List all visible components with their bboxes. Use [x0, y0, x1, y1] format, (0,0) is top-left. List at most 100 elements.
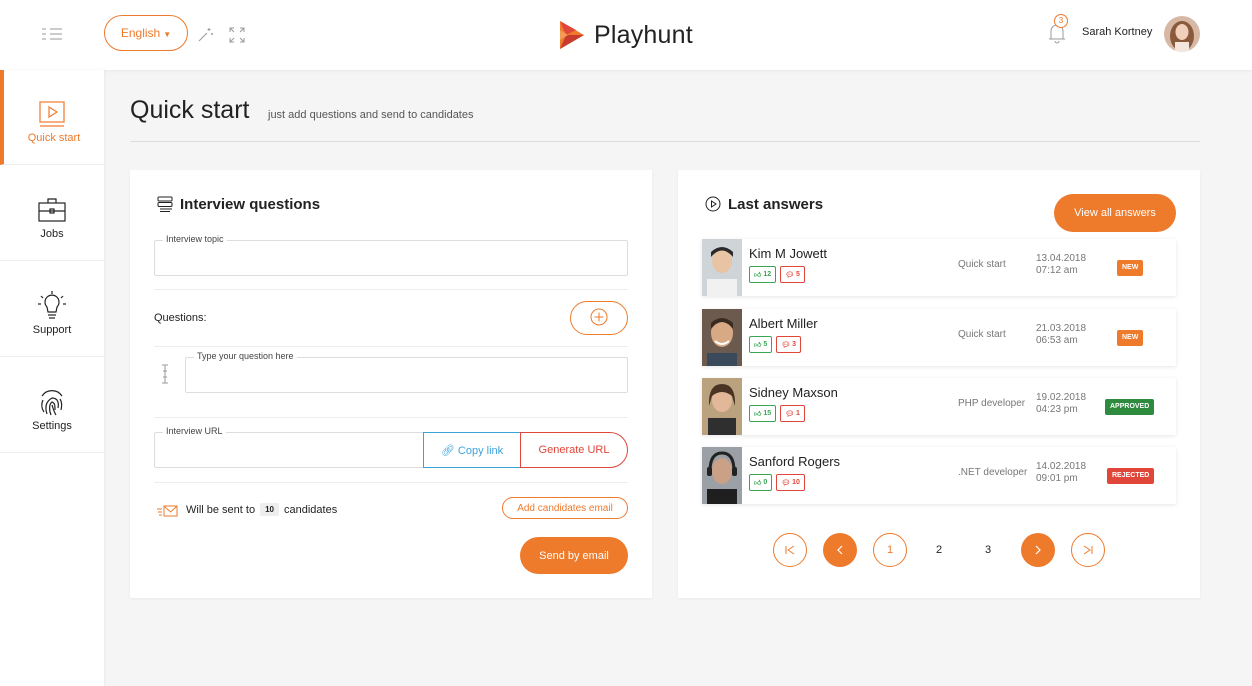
send-mail-icon — [157, 505, 178, 517]
candidate-name: Kim M Jowett — [749, 246, 828, 261]
language-label: English — [120, 26, 161, 40]
answer-date: 19.02.2018 — [1036, 392, 1087, 403]
comment-icon: 💬︎ — [781, 341, 791, 349]
thumbs-up-icon: 👍︎ — [754, 342, 762, 349]
status-badge: APPROVED — [1105, 399, 1155, 415]
send-summary: Will be sent to 10 candidates — [186, 503, 337, 516]
answer-row[interactable]: Sidney Maxson 👍︎ 15 💬︎ 1 PHP developer 19.… — [702, 378, 1176, 435]
sidebar-item-quick-start[interactable]: Quick start — [0, 70, 104, 165]
answer-row[interactable]: Sanford Rogers 👍︎ 0 💬︎ 10 .NET developer 1… — [702, 447, 1176, 504]
copy-link-button[interactable]: 🔗︎ Copy link — [423, 432, 521, 468]
last-page-button[interactable] — [1071, 533, 1105, 567]
brand-logo[interactable]: Playhunt — [558, 18, 693, 52]
user-name[interactable]: Sarah Kortney — [1082, 26, 1152, 38]
sidebar-item-label: Support — [32, 324, 72, 336]
first-page-button[interactable] — [773, 533, 807, 567]
link-icon: 🔗︎ — [440, 444, 455, 457]
status-badge: NEW — [1117, 260, 1144, 276]
comments-count: 10 — [792, 479, 800, 486]
candidate-stats: 👍︎ 15 💬︎ 1 — [749, 405, 805, 422]
question-field[interactable]: Type your question here — [185, 351, 628, 393]
menu-toggle-icon[interactable] — [40, 26, 64, 42]
chevron-left-icon — [837, 545, 843, 555]
likes-count: 5 — [763, 341, 768, 348]
title-divider — [130, 141, 1200, 142]
questions-label: Questions: — [154, 312, 207, 324]
job-title: Quick start — [958, 259, 1006, 270]
magic-wand-icon[interactable] — [196, 26, 214, 44]
first-page-icon — [785, 545, 795, 555]
sidebar-item-support[interactable]: Support — [0, 262, 104, 357]
copy-link-label: Copy link — [457, 444, 504, 457]
comments-count: 5 — [796, 271, 800, 278]
page-button-2[interactable]: 2 — [922, 533, 956, 567]
user-avatar[interactable] — [1164, 16, 1200, 52]
answer-datetime: 21.03.2018 06:53 am — [1036, 323, 1086, 347]
sent-suffix: candidates — [284, 503, 338, 516]
answer-date: 14.02.2018 — [1036, 461, 1087, 472]
sidebar: Quick start Jobs Support Settings — [0, 70, 104, 686]
prev-page-button[interactable] — [823, 533, 857, 567]
candidate-count-badge: 10 — [260, 503, 279, 516]
caret-down-icon: ▼ — [163, 30, 172, 39]
comments-badge: 💬︎ 1 — [780, 405, 805, 422]
answer-row[interactable]: Kim M Jowett 👍︎ 12 💬︎ 5 Quick start 13.04.… — [702, 239, 1176, 296]
thumbs-up-icon: 👍︎ — [754, 272, 762, 279]
fingerprint-icon — [41, 390, 63, 416]
answer-datetime: 13.04.2018 07:12 am — [1036, 253, 1086, 277]
next-page-button[interactable] — [1021, 533, 1055, 567]
answer-date: 13.04.2018 — [1036, 253, 1087, 264]
answer-date: 21.03.2018 — [1036, 323, 1087, 334]
divider — [154, 289, 628, 290]
view-all-answers-button[interactable]: View all answers — [1054, 194, 1176, 232]
answer-time: 06:53 am — [1036, 335, 1078, 346]
top-header: English ▼ Playhunt 3 Sarah Kortney — [0, 0, 1252, 70]
thumbs-up-icon: 👍︎ — [754, 411, 762, 418]
last-page-icon — [1083, 545, 1093, 555]
last-answers-card: Last answers View all answers Kim M Jowe… — [678, 170, 1200, 598]
likes-count: 15 — [763, 410, 772, 417]
comment-icon: 💬︎ — [785, 271, 795, 279]
comment-icon: 💬︎ — [781, 479, 791, 487]
job-title: Quick start — [958, 329, 1006, 340]
add-question-button[interactable] — [570, 301, 628, 335]
fullscreen-icon[interactable] — [228, 26, 246, 44]
candidate-photo — [702, 378, 742, 435]
thumbs-up-icon: 👍︎ — [754, 480, 762, 487]
generate-url-button[interactable]: Generate URL — [520, 432, 628, 468]
comment-icon: 💬︎ — [785, 410, 795, 418]
interview-url-field[interactable]: Interview URL — [154, 426, 424, 468]
likes-badge: 👍︎ 15 — [749, 405, 777, 422]
card-title: Interview questions — [180, 196, 321, 213]
candidate-photo — [702, 239, 742, 296]
sidebar-item-label: Jobs — [40, 228, 64, 240]
divider — [154, 417, 628, 418]
briefcase-icon — [38, 198, 66, 222]
interview-topic-input[interactable] — [155, 241, 627, 275]
likes-count: 0 — [763, 479, 768, 486]
likes-badge: 👍︎ 5 — [749, 336, 773, 353]
sidebar-item-settings[interactable]: Settings — [0, 358, 104, 453]
add-candidates-email-button[interactable]: Add candidates email — [502, 497, 628, 519]
divider — [154, 482, 628, 483]
play-circle-icon — [705, 196, 721, 212]
send-by-email-button[interactable]: Send by email — [520, 537, 628, 574]
candidate-stats: 👍︎ 5 💬︎ 3 — [749, 336, 802, 353]
playhunt-logo-icon — [560, 21, 584, 49]
candidate-name: Albert Miller — [749, 316, 818, 331]
interview-url-input[interactable] — [155, 433, 423, 467]
question-input[interactable] — [186, 358, 627, 392]
sidebar-item-jobs[interactable]: Jobs — [0, 166, 104, 261]
answer-time: 04:23 pm — [1036, 404, 1078, 415]
answer-datetime: 14.02.2018 09:01 pm — [1036, 461, 1086, 485]
brand-name: Playhunt — [594, 20, 693, 49]
page-button-3[interactable]: 3 — [971, 533, 1005, 567]
page-button-1[interactable]: 1 — [873, 533, 907, 567]
language-select[interactable]: English ▼ — [104, 15, 188, 51]
interview-questions-card: Interview questions Interview topic Ques… — [130, 170, 652, 598]
answer-row[interactable]: Albert Miller 👍︎ 5 💬︎ 3 Quick start 21.03.… — [702, 309, 1176, 366]
candidate-stats: 👍︎ 12 💬︎ 5 — [749, 266, 805, 283]
comments-count: 3 — [792, 341, 797, 348]
interview-topic-field[interactable]: Interview topic — [154, 234, 628, 276]
drag-handle-icon[interactable] — [160, 363, 170, 385]
